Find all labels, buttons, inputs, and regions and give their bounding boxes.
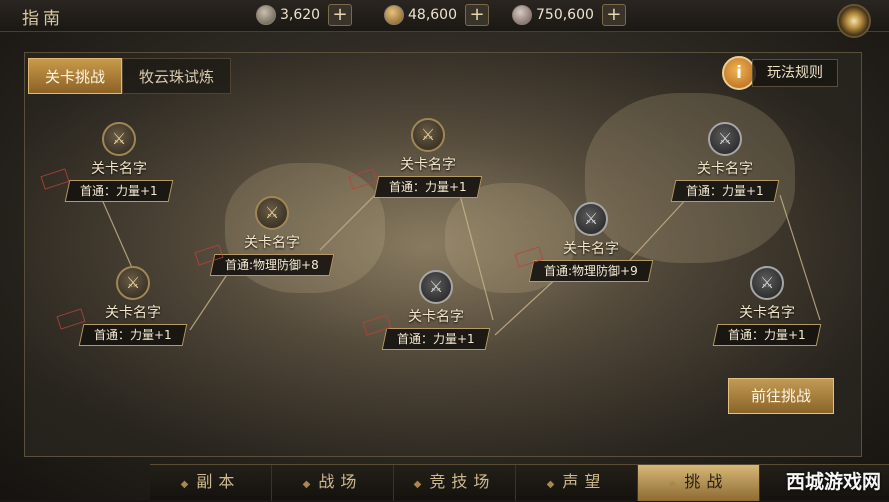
crossed-swords-icon: ⚔ bbox=[116, 266, 150, 300]
stage-name: 关卡名字 bbox=[105, 305, 161, 321]
crossed-swords-icon: ⚔ bbox=[750, 266, 784, 300]
crossed-swords-icon: ⚔ bbox=[411, 118, 445, 152]
stage-name: 关卡名字 bbox=[563, 241, 619, 257]
stage-node[interactable]: ⚔ 关卡名字 首通：力量+1 bbox=[660, 122, 790, 202]
stage-node[interactable]: ⚔ 关卡名字 首通：力量+1 bbox=[371, 270, 501, 350]
stage-node[interactable]: ⚔ 关卡名字 首通：力量+1 bbox=[68, 266, 198, 346]
reward-text: 首通：力量+1 bbox=[389, 180, 467, 194]
reward-text: 首通：力量+1 bbox=[686, 184, 764, 198]
crossed-swords-icon: ⚔ bbox=[102, 122, 136, 156]
diamond-icon: ◆ bbox=[413, 479, 422, 490]
first-clear-reward: 首通：力量+1 bbox=[712, 324, 822, 346]
reward-text: 首通：力量+1 bbox=[94, 328, 172, 342]
diamond-icon: ◆ bbox=[546, 479, 555, 490]
first-clear-reward: 首通:物理防御+8 bbox=[209, 254, 335, 276]
nav-label: 声望 bbox=[562, 472, 607, 491]
path-line bbox=[99, 194, 134, 271]
reward-text: 首通:物理防御+8 bbox=[225, 258, 319, 272]
stage-name: 关卡名字 bbox=[408, 309, 464, 325]
nav-battlefield[interactable]: ◆ 战场 bbox=[272, 465, 394, 501]
first-clear-reward: 首通：力量+1 bbox=[670, 180, 780, 202]
stage-name: 关卡名字 bbox=[400, 157, 456, 173]
stage-node[interactable]: ⚔ 关卡名字 首通：力量+1 bbox=[54, 122, 184, 202]
path-line bbox=[494, 274, 561, 336]
stage-path-lines bbox=[99, 194, 821, 336]
stage-node[interactable]: ⚔ 关卡名字 首通：力量+1 bbox=[363, 118, 493, 198]
crossed-swords-icon: ⚔ bbox=[255, 196, 289, 230]
nav-arena[interactable]: ◆ 竞技场 bbox=[394, 465, 516, 501]
nav-label: 战场 bbox=[318, 472, 363, 491]
first-clear-reward: 首通：力量+1 bbox=[373, 176, 483, 198]
nav-label: 副本 bbox=[196, 472, 241, 491]
stage-name: 关卡名字 bbox=[697, 161, 753, 177]
first-clear-reward: 首通：力量+1 bbox=[78, 324, 188, 346]
stage-name: 关卡名字 bbox=[244, 235, 300, 251]
stage-node[interactable]: ⚔ 关卡名字 首通:物理防御+8 bbox=[207, 196, 337, 276]
first-clear-reward: 首通:物理防御+9 bbox=[528, 260, 654, 282]
diamond-icon: ◆ bbox=[180, 479, 189, 490]
diamond-icon: ◆ bbox=[302, 479, 311, 490]
crossed-swords-icon: ⚔ bbox=[574, 202, 608, 236]
nav-label: 挑战 bbox=[684, 472, 729, 491]
reward-text: 首通：力量+1 bbox=[80, 184, 158, 198]
nav-dungeon[interactable]: ◆ 副本 bbox=[150, 465, 272, 501]
first-clear-reward: 首通：力量+1 bbox=[381, 328, 491, 350]
bottom-nav: ◆ 副本 ◆ 战场 ◆ 竞技场 ◆ 声望 ◆ 挑战 bbox=[150, 464, 889, 501]
nav-challenge[interactable]: ◆ 挑战 bbox=[638, 465, 760, 501]
crossed-swords-icon: ⚔ bbox=[708, 122, 742, 156]
stage-name: 关卡名字 bbox=[91, 161, 147, 177]
reward-text: 首通：力量+1 bbox=[397, 332, 475, 346]
stage-node[interactable]: ⚔ 关卡名字 首通：力量+1 bbox=[702, 266, 832, 346]
nav-label: 竞技场 bbox=[429, 472, 496, 491]
reward-text: 首通:物理防御+9 bbox=[544, 264, 638, 278]
reward-text: 首通：力量+1 bbox=[728, 328, 806, 342]
stage-name: 关卡名字 bbox=[739, 305, 795, 321]
first-clear-reward: 首通：力量+1 bbox=[64, 180, 174, 202]
watermark-logo: 西城游戏网 bbox=[785, 471, 881, 493]
stage-node[interactable]: ⚔ 关卡名字 首通:物理防御+9 bbox=[526, 202, 656, 282]
go-challenge-button[interactable]: 前往挑战 bbox=[728, 378, 834, 414]
nav-reputation[interactable]: ◆ 声望 bbox=[516, 465, 638, 501]
diamond-icon: ◆ bbox=[668, 479, 677, 490]
crossed-swords-icon: ⚔ bbox=[419, 270, 453, 304]
